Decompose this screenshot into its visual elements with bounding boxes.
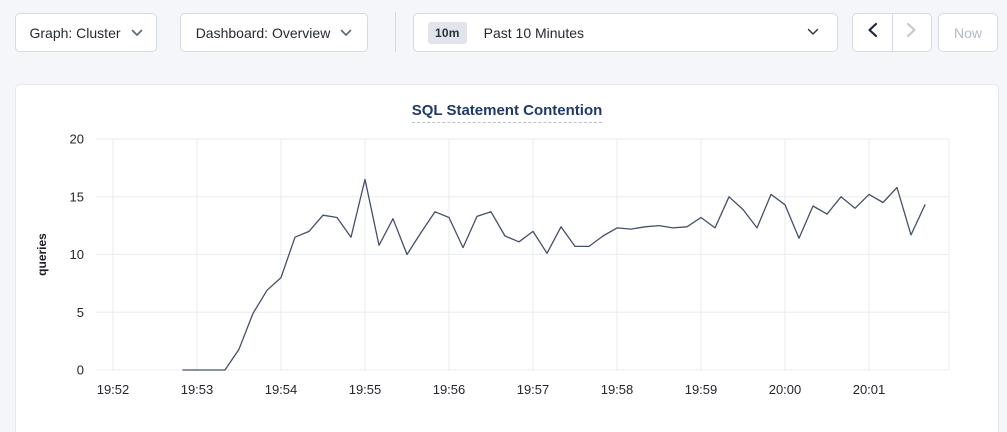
chart-grid	[96, 139, 949, 370]
toolbar-divider	[395, 12, 396, 52]
now-button[interactable]: Now	[938, 13, 998, 52]
time-range-label: Past 10 Minutes	[484, 25, 584, 41]
graph-dropdown-label: Graph: Cluster	[29, 25, 120, 41]
chart-card: SQL Statement Contention 0 5 10 15 20 19:52 19…	[15, 84, 999, 432]
x-tick-label: 20:01	[853, 382, 886, 397]
x-tick-label: 19:53	[181, 382, 214, 397]
time-step-back-button[interactable]	[853, 14, 892, 51]
x-tick-label: 19:52	[97, 382, 130, 397]
y-axis-title: queries	[35, 233, 49, 276]
chart-title[interactable]: SQL Statement Contention	[412, 102, 603, 123]
time-step-buttons	[852, 13, 932, 52]
x-tick-label: 19:58	[601, 382, 634, 397]
y-tick-label: 20	[70, 132, 84, 147]
y-tick-label: 15	[70, 189, 84, 204]
x-tick-label: 19:57	[517, 382, 550, 397]
graph-dropdown[interactable]: Graph: Cluster	[15, 13, 157, 52]
chevron-down-icon	[807, 28, 819, 36]
x-tick-label: 19:56	[433, 382, 466, 397]
x-tick-label: 19:54	[265, 382, 298, 397]
chevron-left-icon	[867, 22, 878, 43]
y-tick-label: 5	[77, 305, 84, 320]
x-tick-label: 20:00	[769, 382, 802, 397]
chevron-down-icon	[131, 29, 143, 37]
y-tick-label: 10	[70, 247, 84, 262]
chevron-right-icon	[906, 22, 917, 43]
time-range-badge: 10m	[428, 22, 467, 44]
chevron-down-icon	[340, 29, 352, 37]
x-tick-label: 19:55	[349, 382, 382, 397]
sql-contention-chart[interactable]: 0 5 10 15 20 19:52 19:53 19:54 19:55 19:56 19:57 19…	[16, 131, 1000, 416]
now-button-label: Now	[954, 25, 982, 41]
chart-axis-labels: 0 5 10 15 20 19:52 19:53 19:54 19:55 19:56 19:57 19…	[35, 132, 885, 398]
time-step-forward-button[interactable]	[892, 14, 931, 51]
y-tick-label: 0	[77, 363, 84, 378]
time-range-picker[interactable]: 10m Past 10 Minutes	[413, 13, 838, 52]
series-line	[183, 179, 925, 370]
dashboard-dropdown[interactable]: Dashboard: Overview	[180, 13, 368, 52]
dashboard-dropdown-label: Dashboard: Overview	[196, 25, 331, 41]
dashboard-page: { "toolbar": { "graph_dropdown": { "labe…	[0, 0, 1007, 432]
chart-title-row: SQL Statement Contention	[16, 102, 998, 126]
x-tick-label: 19:59	[685, 382, 718, 397]
